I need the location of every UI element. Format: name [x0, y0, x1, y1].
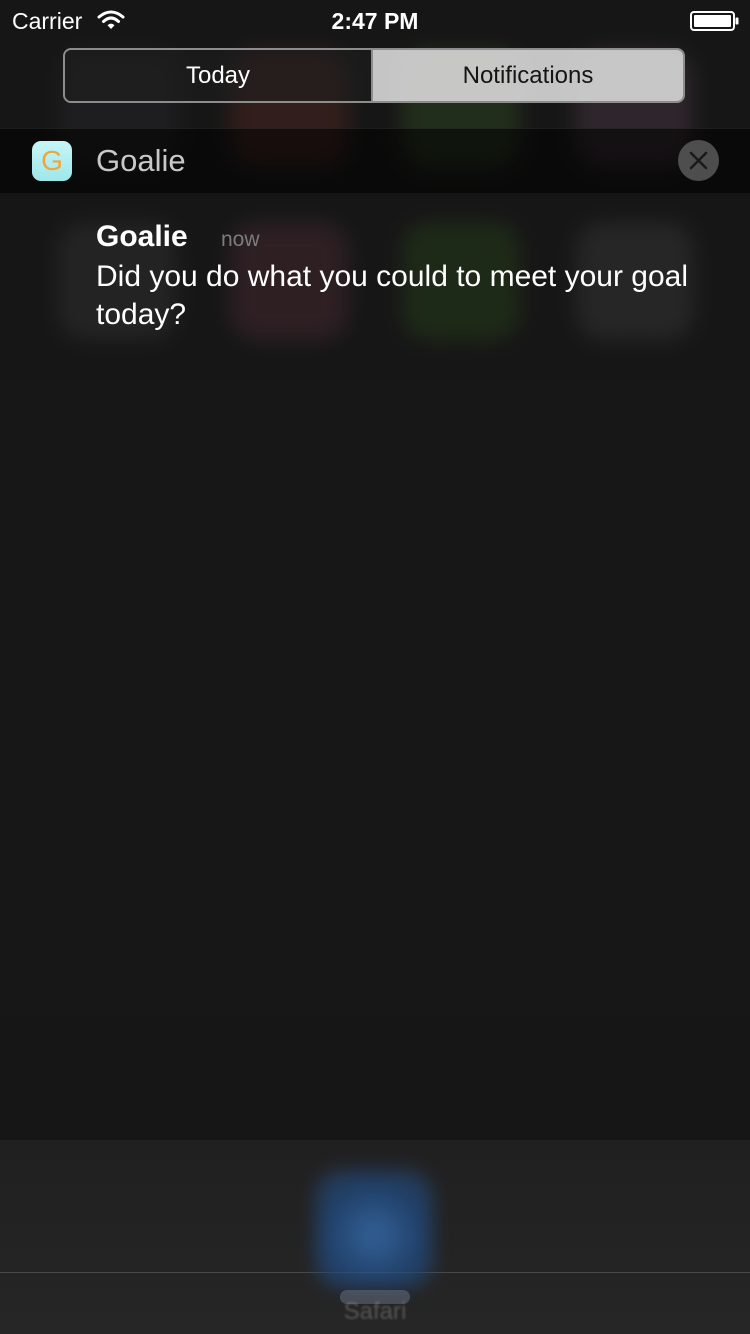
goalie-app-icon: G [32, 141, 72, 181]
notification-title: Goalie [96, 220, 188, 253]
battery-icon [690, 11, 739, 31]
segmented-control: Today Notifications [63, 48, 685, 103]
tab-notifications[interactable]: Notifications [373, 50, 683, 101]
notification-message: Did you do what you could to meet your g… [96, 260, 689, 331]
notification-timestamp: now [221, 228, 260, 251]
notification-group-title: Goalie [96, 143, 186, 178]
status-bar: Carrier 2:47 PM [0, 0, 750, 40]
safari-icon [315, 1170, 433, 1288]
clock: 2:47 PM [331, 8, 419, 34]
app-icon-glyph: G [41, 145, 63, 176]
close-icon [689, 151, 708, 170]
clear-notifications-button[interactable] [678, 140, 719, 181]
notification-group-header: G Goalie [0, 128, 750, 193]
grabber-handle[interactable] [340, 1290, 410, 1304]
tab-today[interactable]: Today [65, 50, 373, 101]
